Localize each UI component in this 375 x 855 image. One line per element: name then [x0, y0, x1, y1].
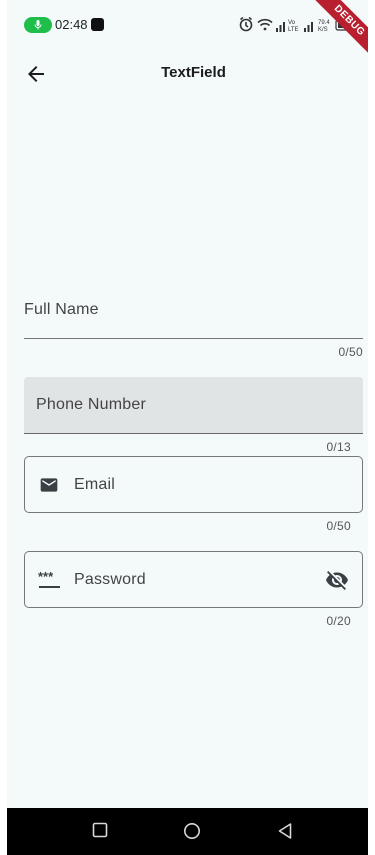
full-name-field[interactable]: Full Name [24, 292, 363, 339]
home-icon[interactable] [183, 822, 201, 845]
status-time: 02:48 [55, 17, 88, 32]
notification-icon [91, 18, 104, 31]
wifi-icon [257, 18, 273, 31]
mail-icon [38, 475, 60, 500]
password-counter: 0/20 [326, 614, 351, 628]
screen: 02:48 Vo LTE 79.4 K/S DEBUG TextField Fu… [0, 0, 375, 855]
email-field[interactable]: Email [24, 456, 363, 513]
phone-number-field[interactable]: Phone Number [24, 377, 363, 434]
password-dots-icon: *** [38, 569, 62, 596]
email-label: Email [74, 476, 116, 493]
password-label: Password [74, 571, 146, 588]
frame-right [368, 0, 375, 855]
status-bar: 02:48 Vo LTE 79.4 K/S DEBUG [0, 0, 375, 65]
nav-bar [7, 808, 368, 855]
mic-icon [34, 20, 42, 30]
svg-text:79.4: 79.4 [318, 20, 330, 26]
page-title: TextField [161, 64, 226, 81]
email-counter: 0/50 [326, 519, 351, 533]
full-name-underline [24, 338, 363, 339]
svg-text:LTE: LTE [288, 27, 299, 33]
mic-indicator [24, 17, 52, 33]
full-name-counter: 0/50 [338, 345, 363, 359]
visibility-off-icon[interactable] [325, 568, 349, 592]
password-field[interactable]: *** Password [24, 551, 363, 608]
svg-text:Vo: Vo [288, 20, 296, 26]
signal-icon [304, 22, 313, 32]
frame-left [0, 0, 7, 855]
back-triangle-icon[interactable] [277, 822, 293, 845]
full-name-label: Full Name [24, 301, 99, 318]
phone-number-underline [24, 433, 363, 434]
phone-number-counter: 0/13 [326, 440, 351, 454]
volte-icon: Vo LTE [288, 20, 299, 33]
phone-number-label: Phone Number [36, 396, 147, 413]
signal-icon [276, 22, 285, 32]
network-speed-icon: 79.4 K/S [318, 20, 330, 33]
svg-text:K/S: K/S [318, 27, 328, 33]
recents-icon[interactable] [92, 822, 108, 843]
svg-text:***: *** [38, 569, 54, 584]
alarm-icon [239, 16, 253, 32]
app-bar: TextField [0, 52, 375, 96]
